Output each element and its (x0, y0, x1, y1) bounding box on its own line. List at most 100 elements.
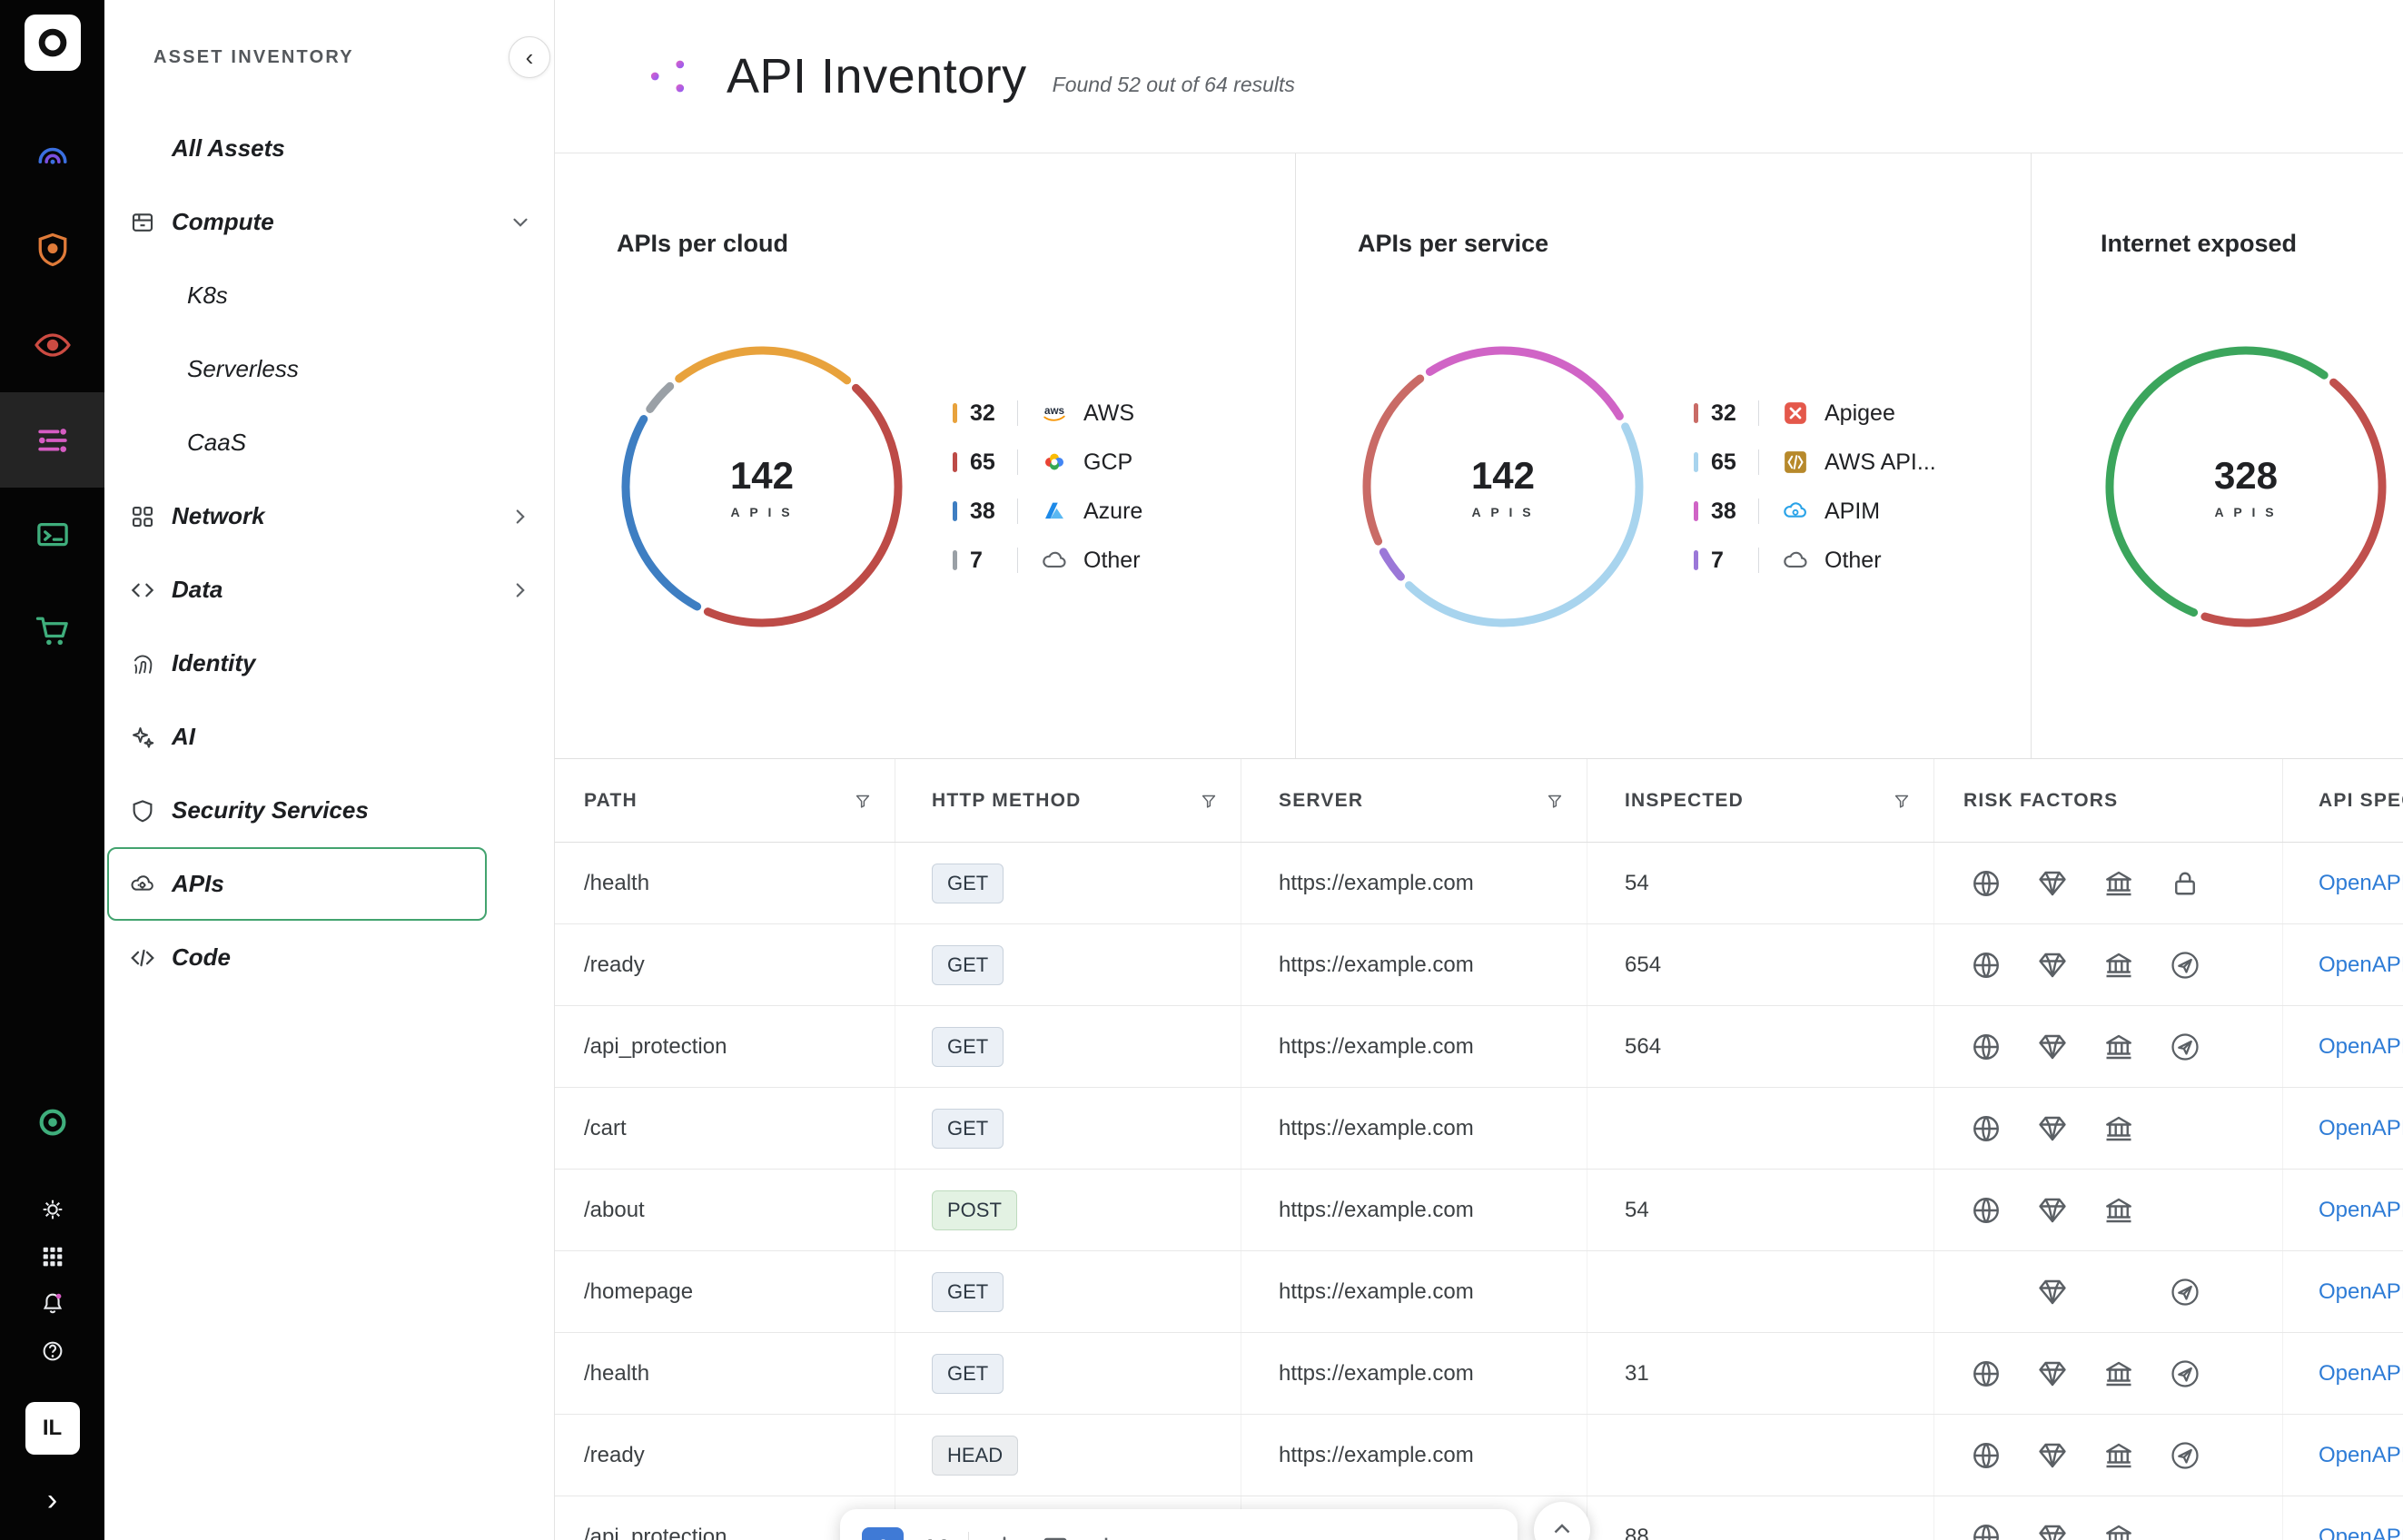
columns-icon[interactable] (1040, 1533, 1071, 1540)
expand-rail-button[interactable]: › (47, 1482, 57, 1518)
table-row[interactable]: /api_protectionGEThttps://example.com564… (555, 1006, 2403, 1088)
spec-link[interactable]: OpenAPI (2319, 953, 2403, 978)
column-header-inspected[interactable]: INSPECTED (1587, 759, 1934, 842)
spec-link[interactable]: OpenAPI (2319, 1525, 2403, 1540)
sidebar-item-label: Data (172, 576, 222, 604)
send-icon[interactable] (2169, 1031, 2201, 1063)
legend-item[interactable]: 65GCP (953, 443, 1142, 481)
bank-icon[interactable] (2102, 867, 2135, 900)
spec-link[interactable]: OpenAPI (2319, 1443, 2403, 1468)
orca-logo[interactable] (25, 15, 81, 71)
diamond-icon[interactable] (2036, 1439, 2069, 1472)
diamond-icon[interactable] (2036, 1031, 2069, 1063)
sidebar-item-identity[interactable]: Identity (104, 627, 554, 700)
rail-item-gear-icon[interactable] (0, 1186, 104, 1233)
sidebar-item-data[interactable]: Data (104, 553, 554, 627)
spec-link[interactable]: OpenAPI (2319, 871, 2403, 896)
page-button-active[interactable]: 1 (862, 1527, 904, 1540)
legend-divider (1758, 548, 1759, 573)
sidebar-item-compute[interactable]: Compute (104, 185, 554, 259)
table-row[interactable]: /readyGEThttps://example.com654OpenAPI (555, 924, 2403, 1006)
legend-item[interactable]: 7Other (953, 541, 1142, 579)
download-icon[interactable] (989, 1533, 1020, 1540)
column-header-api-spec[interactable]: API SPEC (2283, 759, 2403, 842)
filter-icon[interactable] (1199, 791, 1219, 811)
filter-icon[interactable] (1545, 791, 1565, 811)
user-avatar[interactable]: IL (25, 1402, 80, 1455)
sidebar-item-network[interactable]: Network (104, 479, 554, 553)
spec-link[interactable]: OpenAPI (2319, 1361, 2403, 1387)
sidebar-item-serverless[interactable]: Serverless (104, 332, 554, 406)
globe-icon[interactable] (1970, 1031, 2002, 1063)
bank-icon[interactable] (2102, 1439, 2135, 1472)
sidebar-item-security-services[interactable]: Security Services (104, 774, 554, 847)
spec-link[interactable]: OpenAPI (2319, 1116, 2403, 1141)
column-header-path[interactable]: PATH (555, 759, 895, 842)
rail-item-ring-icon[interactable] (0, 1095, 104, 1150)
diamond-icon[interactable] (2036, 1112, 2069, 1145)
bank-icon[interactable] (2102, 949, 2135, 982)
bank-icon[interactable] (2102, 1357, 2135, 1390)
legend-item[interactable]: 38Azure (953, 492, 1142, 530)
diamond-icon[interactable] (2036, 867, 2069, 900)
table-row[interactable]: /healthGEThttps://example.com31OpenAPI (555, 1333, 2403, 1415)
table-row[interactable]: /readyHEADhttps://example.comOpenAPI (555, 1415, 2403, 1496)
diamond-icon[interactable] (2036, 1276, 2069, 1308)
rail-item-shield-icon[interactable] (0, 202, 104, 297)
send-icon[interactable] (2169, 1439, 2201, 1472)
spec-link[interactable]: OpenAPI (2319, 1279, 2403, 1305)
rail-item-eye-icon[interactable] (0, 297, 104, 392)
filter-icon[interactable] (853, 791, 873, 811)
diamond-icon[interactable] (2036, 1194, 2069, 1227)
sidebar-item-all-assets[interactable]: All Assets (104, 112, 554, 185)
legend-item[interactable]: 65AWS API... (1694, 443, 1936, 481)
diamond-icon[interactable] (2036, 1357, 2069, 1390)
legend-item[interactable]: 32Apigee (1694, 394, 1936, 432)
rail-item-api-icon[interactable] (0, 392, 104, 488)
column-header-http-method[interactable]: HTTP METHOD (895, 759, 1241, 842)
globe-icon[interactable] (1970, 1112, 2002, 1145)
send-icon[interactable] (2169, 949, 2201, 982)
sidebar-item-ai[interactable]: AI (104, 700, 554, 774)
sidebar-item-k8s[interactable]: K8s (104, 259, 554, 332)
table-row[interactable]: /aboutPOSThttps://example.com54OpenAPI (555, 1170, 2403, 1251)
bank-icon[interactable] (2102, 1031, 2135, 1063)
sidebar-item-code[interactable]: Code (104, 921, 554, 994)
rail-item-cart-icon[interactable] (0, 583, 104, 678)
table-row[interactable]: /healthGEThttps://example.com54OpenAPI (555, 843, 2403, 924)
column-header-server[interactable]: SERVER (1241, 759, 1587, 842)
table-row[interactable]: /homepageGEThttps://example.comOpenAPI (555, 1251, 2403, 1333)
sidebar-item-apis[interactable]: APIs (107, 847, 487, 921)
diamond-icon[interactable] (2036, 949, 2069, 982)
diamond-icon[interactable] (2036, 1521, 2069, 1540)
settings-icon[interactable] (1091, 1533, 1122, 1540)
bank-icon[interactable] (2102, 1194, 2135, 1227)
filter-icon[interactable] (1892, 791, 1912, 811)
spec-link[interactable]: OpenAPI (2319, 1034, 2403, 1060)
globe-icon[interactable] (1970, 1439, 2002, 1472)
column-header-risk-factors[interactable]: RISK FACTORS (1934, 759, 2283, 842)
rail-item-bell-icon[interactable] (0, 1280, 104, 1328)
legend-item[interactable]: 7Other (1694, 541, 1936, 579)
globe-icon[interactable] (1970, 1194, 2002, 1227)
rail-item-terminal-icon[interactable] (0, 488, 104, 583)
table-row[interactable]: /cartGEThttps://example.comOpenAPI (555, 1088, 2403, 1170)
cell-path: /api_protection (584, 1525, 727, 1540)
globe-icon[interactable] (1970, 949, 2002, 982)
bank-icon[interactable] (2102, 1112, 2135, 1145)
send-icon[interactable] (2169, 1276, 2201, 1308)
rail-item-help-icon[interactable] (0, 1328, 104, 1375)
globe-icon[interactable] (1970, 1521, 2002, 1540)
lock-icon[interactable] (2169, 867, 2201, 900)
send-icon[interactable] (2169, 1357, 2201, 1390)
legend-item[interactable]: 38APIM (1694, 492, 1936, 530)
bank-icon[interactable] (2102, 1521, 2135, 1540)
legend-item[interactable]: 32awsAWS (953, 394, 1142, 432)
globe-icon[interactable] (1970, 867, 2002, 900)
globe-icon[interactable] (1970, 1357, 2002, 1390)
rail-item-radar-icon[interactable] (0, 106, 104, 202)
spec-link[interactable]: OpenAPI (2319, 1198, 2403, 1223)
rail-item-apps-grid-icon[interactable] (0, 1233, 104, 1280)
panel-collapse-button[interactable]: ‹ (509, 36, 550, 78)
sidebar-item-caas[interactable]: CaaS (104, 406, 554, 479)
